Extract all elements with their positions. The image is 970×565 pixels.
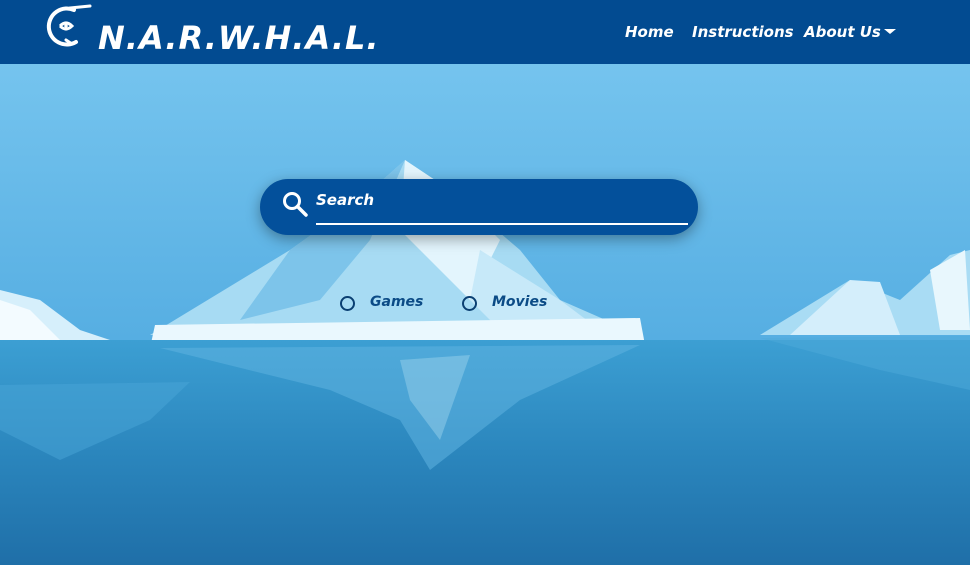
search-bar bbox=[260, 179, 698, 235]
games-radio[interactable] bbox=[340, 296, 355, 311]
nav-instructions-link[interactable]: Instructions bbox=[692, 22, 794, 42]
brand-title[interactable]: N.A.R.W.H.A.L. bbox=[98, 18, 380, 58]
movies-label[interactable]: Movies bbox=[492, 294, 547, 310]
games-label[interactable]: Games bbox=[370, 294, 423, 310]
nav-home-link[interactable]: Home bbox=[625, 22, 674, 42]
movies-radio[interactable] bbox=[462, 296, 477, 311]
narwhal-logo-icon[interactable] bbox=[42, 2, 92, 50]
iceberg-background bbox=[0, 0, 970, 565]
nav-about-link[interactable]: About Us bbox=[804, 22, 881, 42]
search-input[interactable] bbox=[316, 185, 688, 225]
top-navbar: N.A.R.W.H.A.L. Home Instructions About U… bbox=[0, 0, 970, 64]
about-dropdown-caret-icon[interactable] bbox=[884, 29, 896, 34]
search-icon[interactable] bbox=[280, 189, 310, 219]
